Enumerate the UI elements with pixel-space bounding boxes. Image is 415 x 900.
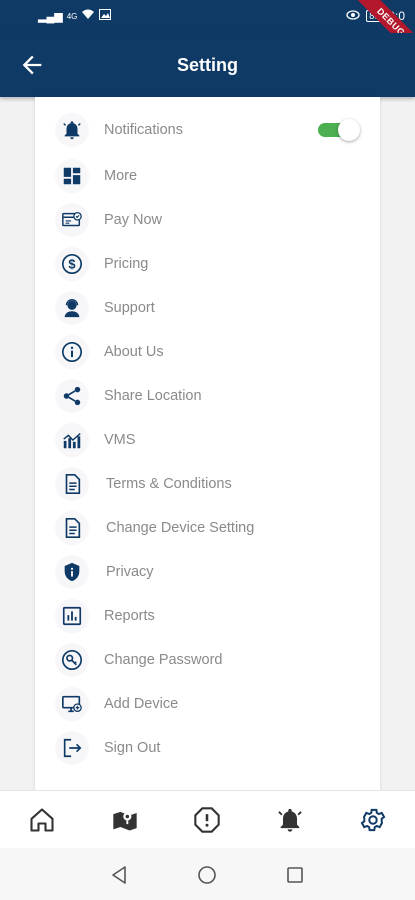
dollar-icon: $ [55,247,89,281]
menu-item-more[interactable]: More [35,154,380,198]
menu-label: Share Location [104,388,202,404]
alert-icon [194,807,220,833]
nav-alarms[interactable] [275,805,305,835]
menu-item-vms[interactable]: VMS [35,418,380,462]
menu-label: Notifications [104,122,183,138]
menu-label: Sign Out [104,740,161,756]
menu-label: Pay Now [104,212,163,228]
nav-alerts[interactable] [192,805,222,835]
add-device-icon [55,687,89,721]
document-icon [55,511,89,545]
menu-item-notifications[interactable]: Notifications [35,108,380,152]
settings-icon [360,808,386,832]
menu-item-share-location[interactable]: Share Location [35,374,380,418]
shield-icon [55,555,89,589]
page-title: Setting [177,55,238,75]
nav-home[interactable] [27,805,57,835]
menu-label: VMS [104,432,136,448]
home-icon [30,808,54,832]
signal-icon: ▂▄▆ [38,10,63,23]
document-icon [55,467,89,501]
info-icon [55,335,89,369]
menu-item-reports[interactable]: Reports [35,594,380,638]
menu-label: Support [104,300,155,316]
logout-icon [55,731,89,765]
nav-settings[interactable] [358,805,388,835]
share-icon [55,379,89,413]
menu-label: Change Device Setting [106,520,255,536]
pay-card-icon [55,203,89,237]
system-nav-bar [0,848,415,900]
nav-map[interactable] [110,805,140,835]
bottom-nav [0,790,415,848]
menu-label: More [104,168,138,184]
alarm-icon [278,808,302,832]
support-agent-icon [55,291,89,325]
settings-card: Notifications More Pay Now $ Pricing Sup… [35,97,380,797]
status-bar: ▂▄▆ 4G 80 9:0 DEBUG [0,0,415,64]
image-icon [99,9,112,23]
menu-item-change-device-setting[interactable]: Change Device Setting [35,506,380,550]
menu-label: Add Device [104,696,179,712]
menu-item-terms[interactable]: Terms & Conditions [35,462,380,506]
notifications-toggle[interactable] [318,119,360,141]
map-icon [113,811,137,831]
eye-icon [346,9,360,23]
key-icon [55,643,89,677]
home-circle-icon[interactable] [196,864,218,886]
menu-item-privacy[interactable]: Privacy [35,550,380,594]
menu-item-sign-out[interactable]: Sign Out [35,726,380,770]
menu-label: Reports [104,608,155,624]
menu-label: About Us [104,344,164,360]
menu-item-pay-now[interactable]: Pay Now [35,198,380,242]
toggle-thumb [338,119,360,141]
report-icon [55,599,89,633]
recents-square-icon[interactable] [284,864,306,886]
status-left: ▂▄▆ 4G [38,9,112,23]
bell-icon [55,113,89,147]
menu-item-support[interactable]: Support [35,286,380,330]
menu-label: Privacy [106,564,154,580]
menu-item-change-password[interactable]: Change Password [35,638,380,682]
data-type: 4G [66,11,78,21]
back-triangle-icon[interactable] [108,864,130,886]
menu-label: Terms & Conditions [106,476,232,492]
chart-icon [55,423,89,457]
dashboard-icon [55,159,89,193]
menu-item-about-us[interactable]: About Us [35,330,380,374]
wifi-icon [81,9,95,23]
svg-text:$: $ [68,257,75,272]
menu-item-add-device[interactable]: Add Device [35,682,380,726]
menu-label: Pricing [104,256,149,272]
menu-label: Change Password [104,652,223,668]
menu-item-pricing[interactable]: $ Pricing [35,242,380,286]
app-bar: Setting [0,33,415,97]
